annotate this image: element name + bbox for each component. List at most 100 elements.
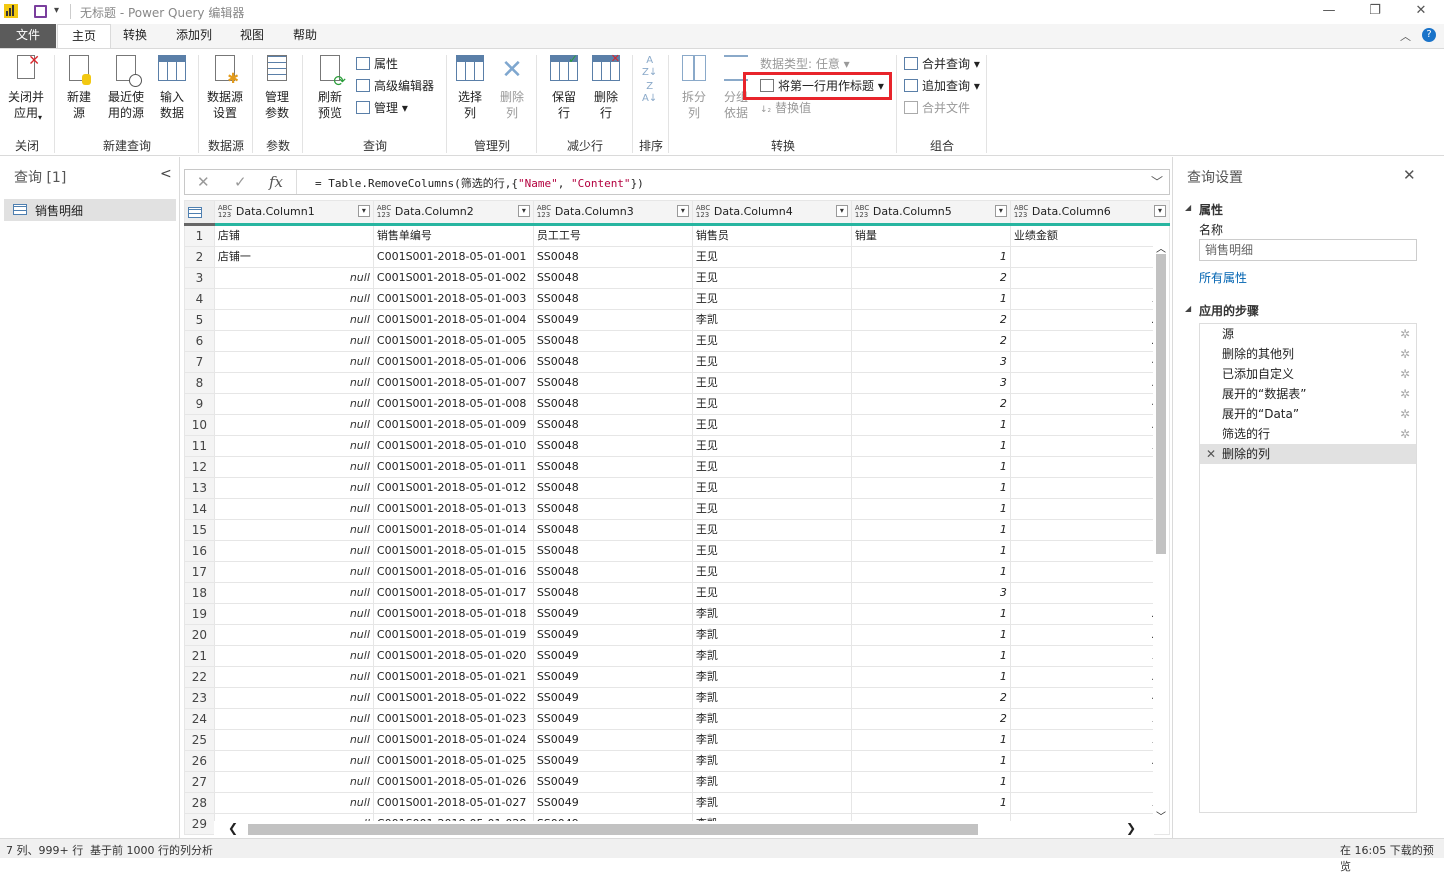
table-cell[interactable]: null (213, 498, 374, 520)
table-cell[interactable]: 王见 (691, 414, 852, 436)
table-cell[interactable]: SS0048 (532, 498, 693, 520)
table-cell[interactable]: SS0049 (532, 729, 693, 751)
close-settings-icon[interactable]: ✕ (1403, 166, 1416, 184)
merge-queries-button[interactable]: 合并查询 ▾ (904, 55, 980, 73)
table-cell[interactable]: C001S001-2018-05-01-021 (372, 666, 534, 688)
scroll-up-icon[interactable]: ︿ (1156, 240, 1166, 255)
remove-rows-button[interactable]: ✕ 删除 行 (588, 52, 624, 121)
properties-button[interactable]: 属性 (356, 55, 398, 73)
table-cell[interactable]: C001S001-2018-05-01-027 (372, 792, 534, 814)
table-cell[interactable]: C001S001-2018-05-01-009 (372, 414, 534, 436)
table-cell[interactable]: null (213, 477, 374, 499)
step-item[interactable]: 展开的“Data” ✲ (1200, 404, 1416, 424)
table-cell[interactable]: 3 (850, 351, 1011, 373)
table-cell[interactable]: 1 (850, 603, 1011, 625)
table-cell[interactable]: 李凯 (691, 666, 852, 688)
table-cell[interactable]: 1 (850, 792, 1011, 814)
gear-icon[interactable]: ✲ (1400, 404, 1410, 424)
table-cell[interactable]: SS0048 (532, 288, 693, 310)
table-cell[interactable]: 1 (1009, 498, 1170, 520)
keep-rows-button[interactable]: ✓ 保留 行 (546, 52, 582, 121)
table-cell[interactable]: 35 (1009, 372, 1170, 394)
choose-columns-button[interactable]: 选择 列 (452, 55, 488, 121)
table-cell[interactable]: 32 (1009, 750, 1170, 772)
table-cell[interactable]: SS0048 (532, 414, 693, 436)
table-cell[interactable]: 7 (1009, 477, 1170, 499)
table-cell[interactable]: null (213, 792, 374, 814)
gear-icon[interactable]: ✲ (1400, 384, 1410, 404)
table-cell[interactable]: null (213, 666, 374, 688)
remove-columns-button[interactable]: ✕ 删除 列 (494, 55, 530, 121)
table-cell[interactable]: 王见 (691, 519, 852, 541)
close-window-button[interactable]: ✕ (1398, 0, 1444, 24)
table-cell[interactable]: C001S001-2018-05-01-011 (372, 456, 534, 478)
table-cell[interactable]: C001S001-2018-05-01-004 (372, 309, 534, 331)
table-cell[interactable]: 王见 (691, 267, 852, 289)
collapse-queries-icon[interactable]: < (160, 166, 172, 182)
table-cell[interactable]: 王见 (691, 435, 852, 457)
table-cell[interactable]: 19 (1009, 708, 1170, 730)
table-cell[interactable]: 29 (1009, 330, 1170, 352)
table-cell[interactable]: C001S001-2018-05-01-017 (372, 582, 534, 604)
collapse-ribbon-icon[interactable]: ︿ (1400, 28, 1411, 44)
table-cell[interactable]: 7 (1009, 771, 1170, 793)
table-menu-icon[interactable] (184, 200, 215, 226)
table-cell[interactable]: SS0049 (532, 750, 693, 772)
scroll-left-icon[interactable]: ❮ (228, 821, 238, 835)
table-cell[interactable]: 1 (850, 288, 1011, 310)
column-header[interactable]: ABC 123 Data.Column5 ▾ (850, 200, 1011, 226)
table-cell[interactable]: 31 (1009, 666, 1170, 688)
table-cell[interactable]: 王见 (691, 288, 852, 310)
filter-dropdown-icon[interactable]: ▾ (676, 205, 689, 217)
table-cell[interactable]: 45 (1009, 351, 1170, 373)
table-cell[interactable]: SS0049 (532, 708, 693, 730)
table-cell[interactable]: SS0048 (532, 477, 693, 499)
table-cell[interactable]: 1 (850, 435, 1011, 457)
table-cell[interactable]: 李凯 (691, 624, 852, 646)
table-cell[interactable]: 2 (850, 393, 1011, 415)
step-item[interactable]: 已添加自定义 ✲ (1200, 364, 1416, 384)
table-cell[interactable]: null (213, 540, 374, 562)
filter-dropdown-icon[interactable]: ▾ (1154, 205, 1166, 217)
gear-icon[interactable]: ✲ (1400, 364, 1410, 384)
tab-file[interactable]: 文件 (0, 24, 56, 48)
table-cell[interactable]: 销量 (850, 224, 1011, 247)
help-icon[interactable]: ? (1422, 28, 1436, 42)
all-properties-link[interactable]: 所有属性 (1199, 269, 1247, 286)
quick-access-dropdown-icon[interactable]: ▾ (54, 5, 59, 16)
table-cell[interactable]: 11 (1009, 792, 1170, 814)
table-cell[interactable]: null (213, 330, 374, 352)
table-cell[interactable]: 31 (1009, 414, 1170, 436)
table-cell[interactable]: 17 (1009, 435, 1170, 457)
query-item[interactable]: 销售明细 (4, 199, 176, 221)
split-column-button[interactable]: 拆分 列 (676, 55, 712, 121)
tab-transform[interactable]: 转换 (109, 24, 161, 48)
table-cell[interactable]: 1 (850, 771, 1011, 793)
table-cell[interactable]: 王见 (691, 498, 852, 520)
datasource-settings-button[interactable]: ✱ 数据源 设置 (202, 55, 248, 121)
table-cell[interactable]: 王见 (691, 351, 852, 373)
table-cell[interactable]: null (213, 771, 374, 793)
table-cell[interactable]: 7 (1009, 519, 1170, 541)
table-cell[interactable]: null (213, 582, 374, 604)
advanced-editor-button[interactable]: 高级编辑器 (356, 77, 434, 95)
table-cell[interactable]: 王见 (691, 330, 852, 352)
any-type-icon[interactable]: ABC 123 (1014, 205, 1028, 219)
table-cell[interactable]: 销售员 (691, 224, 852, 247)
recent-sources-button[interactable]: 最近使 用的源 (102, 55, 150, 121)
delete-step-icon[interactable]: ✕ (1206, 444, 1216, 464)
table-cell[interactable]: SS0049 (532, 792, 693, 814)
table-cell[interactable]: SS0048 (532, 372, 693, 394)
table-cell[interactable]: SS0049 (532, 771, 693, 793)
table-cell[interactable]: 王见 (691, 246, 852, 268)
table-cell[interactable]: C001S001-2018-05-01-024 (372, 729, 534, 751)
table-cell[interactable]: 李凯 (691, 771, 852, 793)
table-cell[interactable]: 3 (850, 372, 1011, 394)
table-cell[interactable]: SS0048 (532, 246, 693, 268)
scroll-thumb[interactable] (248, 824, 978, 835)
close-apply-button[interactable]: ✕ 关闭并 应用 (4, 53, 48, 121)
save-icon[interactable] (34, 5, 47, 18)
table-cell[interactable]: null (213, 267, 374, 289)
table-cell[interactable]: 2 (850, 708, 1011, 730)
minimize-button[interactable]: — (1306, 0, 1352, 24)
